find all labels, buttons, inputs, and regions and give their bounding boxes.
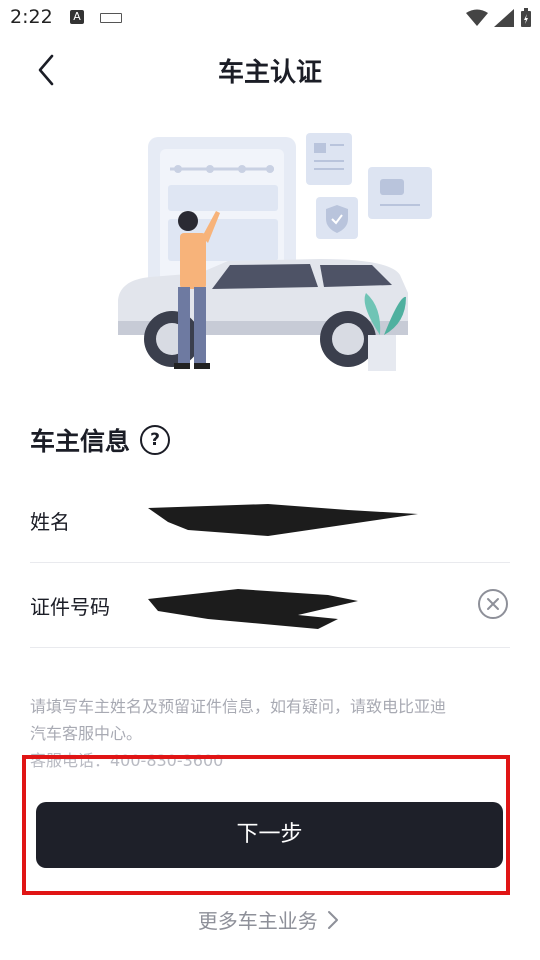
redacted-scribble: [148, 504, 418, 536]
status-time: 2:22: [10, 6, 53, 28]
hint-line-1: 请填写车主姓名及预留证件信息，如有疑问，请致电比亚迪: [30, 697, 447, 716]
signal-icon: [494, 9, 514, 27]
section-title: 车主信息: [30, 427, 131, 456]
car-owner-illustration: [110, 125, 440, 375]
page-title: 车主认证: [217, 58, 322, 88]
hint-line-2: 汽车客服中心。: [30, 724, 143, 743]
id-number-label: 证件号码: [30, 595, 110, 619]
id-number-input[interactable]: [148, 585, 448, 629]
chevron-right-icon: [328, 910, 339, 929]
keyboard-icon: [100, 13, 122, 23]
app-header: 车主认证: [0, 36, 540, 102]
name-input[interactable]: [148, 500, 448, 540]
wifi-icon: [466, 9, 488, 26]
a-notification-icon: A: [70, 10, 84, 24]
next-step-button[interactable]: 下一步: [36, 802, 503, 868]
name-row[interactable]: 姓名: [30, 478, 510, 563]
battery-icon: [521, 8, 531, 27]
status-bar: 2:22 A: [0, 0, 540, 36]
clear-button[interactable]: [478, 589, 508, 619]
more-owner-services-link[interactable]: 更多车主业务: [0, 905, 540, 934]
owner-info-header: 车主信息 ?: [30, 420, 171, 460]
status-icons: [466, 8, 532, 28]
id-number-row[interactable]: 证件号码: [30, 563, 510, 648]
help-icon[interactable]: ?: [140, 425, 171, 455]
redacted-scribble: [148, 589, 358, 629]
more-link-label: 更多车主业务: [197, 909, 318, 933]
close-icon: [487, 598, 499, 610]
name-label: 姓名: [30, 510, 70, 534]
